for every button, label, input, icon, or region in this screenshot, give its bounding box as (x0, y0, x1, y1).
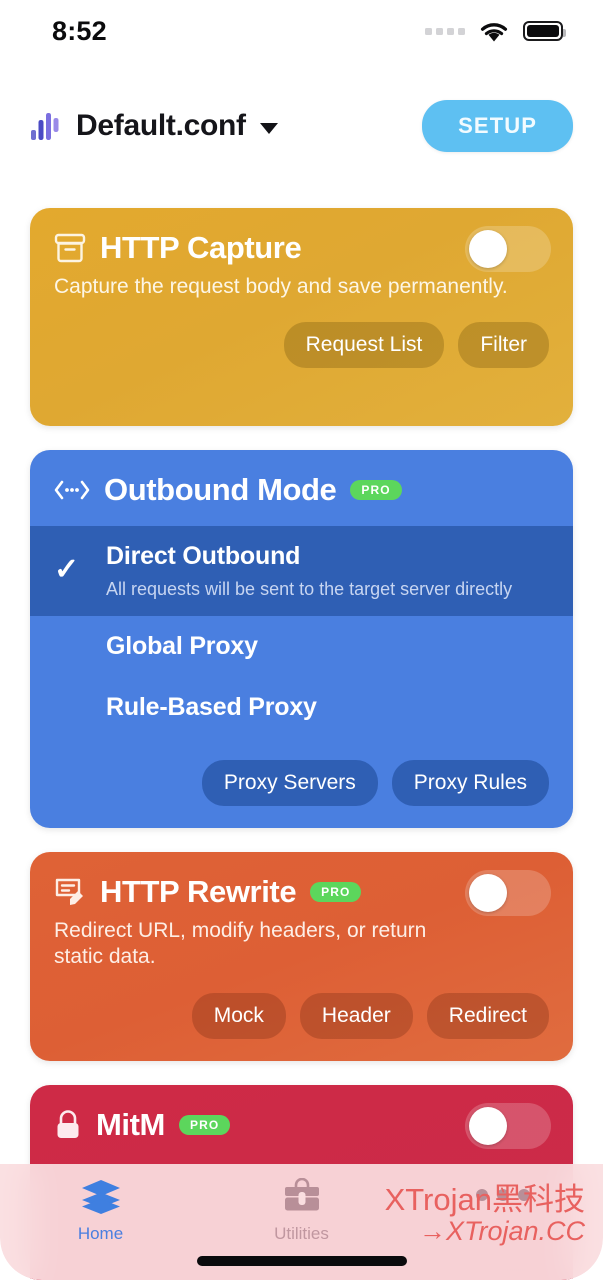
card-header: HTTP Rewrite PRO (30, 852, 573, 916)
card-header: Outbound Mode PRO (30, 450, 573, 526)
toolbox-icon (284, 1178, 319, 1211)
tab-more[interactable] (402, 1178, 603, 1220)
card-title: HTTP Rewrite (100, 874, 297, 909)
pill-header[interactable]: Header (299, 992, 413, 1039)
mode-subtitle: All requests will be sent to the target … (106, 579, 513, 599)
pill-proxy-servers[interactable]: Proxy Servers (201, 760, 378, 806)
status-bar: 8:52 (0, 0, 603, 62)
more-dots-icon (475, 1178, 530, 1212)
http-rewrite-toggle[interactable] (465, 870, 551, 916)
mode-name: Rule-Based Proxy (106, 693, 317, 721)
card-outbound-mode[interactable]: Outbound Mode PRO ✓ Direct Outbound All … (30, 450, 573, 828)
tab-label-utilities: Utilities (274, 1224, 329, 1243)
card-actions: Request List Filter (30, 300, 573, 390)
pro-badge: PRO (350, 480, 402, 500)
pro-badge: PRO (178, 1114, 231, 1135)
setup-button[interactable]: SETUP (422, 100, 573, 152)
checkmark-placeholder (54, 632, 106, 642)
card-actions: Mock Header Redirect (30, 971, 573, 1061)
document-edit-icon (55, 878, 83, 905)
pill-request-list[interactable]: Request List (283, 322, 445, 369)
chevron-down-icon (259, 122, 278, 134)
card-http-rewrite[interactable]: HTTP Rewrite PRO Redirect URL, modify he… (30, 852, 573, 1061)
mode-row-global-proxy[interactable]: Global Proxy (30, 616, 573, 677)
battery-full-icon (523, 21, 566, 41)
tab-utilities[interactable]: Utilities (201, 1178, 402, 1244)
bar-chart-logo-icon (31, 113, 59, 140)
card-header: MitM PRO (30, 1085, 573, 1149)
card-title: MitM (96, 1106, 165, 1142)
layers-stack-icon (81, 1180, 120, 1214)
profile-name: Default.conf (76, 109, 246, 142)
profile-selector[interactable]: Default.conf (30, 109, 278, 143)
tab-bar: Home Utilities (0, 1164, 603, 1280)
checkmark-placeholder (54, 693, 106, 703)
mode-name: Global Proxy (106, 632, 258, 660)
mode-row-direct-outbound[interactable]: ✓ Direct Outbound All requests will be s… (30, 526, 573, 616)
lock-icon (57, 1109, 79, 1138)
main-content[interactable]: HTTP Capture Capture the request body an… (0, 180, 603, 1280)
archive-box-icon (54, 233, 86, 263)
http-capture-toggle[interactable] (465, 226, 551, 272)
pill-proxy-rules[interactable]: Proxy Rules (391, 760, 549, 806)
mode-name: Direct Outbound (106, 542, 301, 570)
card-header: HTTP Capture (30, 208, 573, 272)
pill-redirect[interactable]: Redirect (426, 992, 549, 1039)
card-http-capture[interactable]: HTTP Capture Capture the request body an… (30, 208, 573, 426)
mode-row-rule-based-proxy[interactable]: Rule-Based Proxy (30, 677, 573, 738)
status-indicators (425, 20, 566, 43)
mitm-toggle[interactable] (465, 1102, 551, 1149)
phone-screen: 8:52 Default.conf SETUP HTTP Capture Cap… (0, 0, 603, 1280)
pill-filter[interactable]: Filter (458, 322, 549, 369)
checkmark-icon: ✓ (54, 553, 80, 586)
card-actions: Proxy Servers Proxy Rules (30, 738, 573, 828)
card-title: Outbound Mode (104, 472, 337, 507)
pill-mock[interactable]: Mock (191, 992, 286, 1039)
wifi-icon (480, 22, 508, 41)
signal-dots-icon (425, 27, 465, 35)
pro-badge: PRO (310, 882, 362, 902)
home-indicator (196, 1256, 407, 1266)
card-title: HTTP Capture (100, 230, 302, 265)
tab-home[interactable]: Home (0, 1178, 201, 1244)
app-header: Default.conf SETUP (0, 93, 603, 159)
card-description: Redirect URL, modify headers, or return … (54, 919, 427, 969)
status-time: 8:52 (52, 15, 107, 46)
tab-label-home: Home (77, 1224, 124, 1243)
arrows-horizontal-icon (54, 480, 90, 500)
